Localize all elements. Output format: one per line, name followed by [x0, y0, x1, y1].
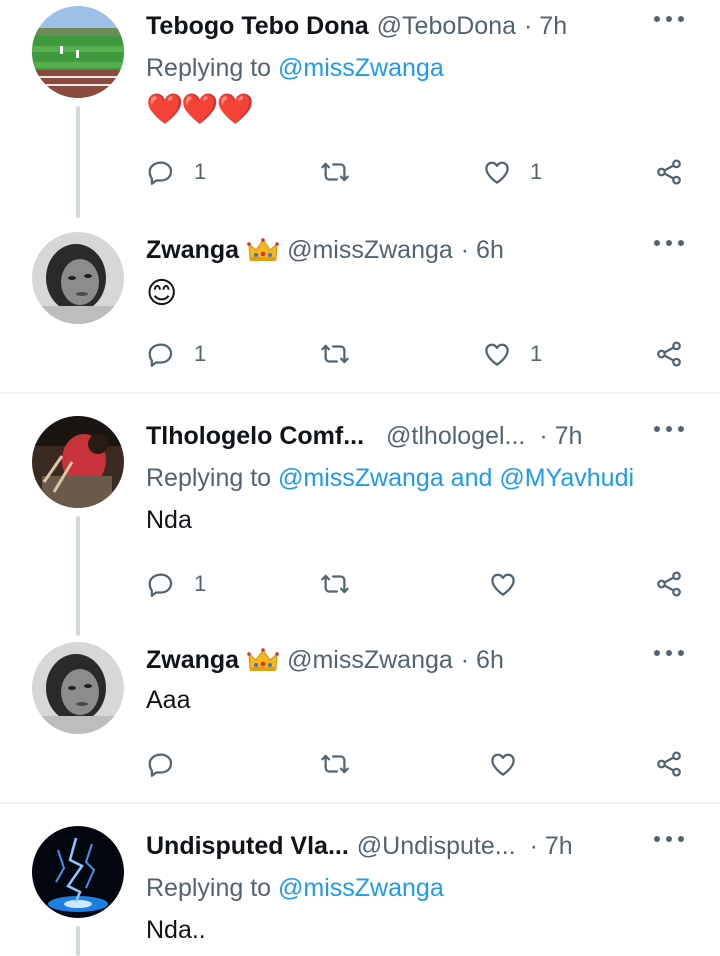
retweet-icon: [320, 339, 350, 369]
tweet[interactable]: Zwanga @missZwanga · 6h 😊 1 1: [0, 224, 720, 390]
tweet-text: 😊: [146, 277, 178, 310]
retweet-icon: [320, 749, 350, 779]
tweet[interactable]: Tebogo Tebo Dona @TeboDona · 7h Replying…: [0, 0, 720, 218]
heart-icon: [482, 339, 512, 369]
user-handle[interactable]: @missZwanga: [287, 236, 453, 265]
more-options-icon[interactable]: [654, 238, 686, 248]
more-options-icon[interactable]: [654, 648, 686, 658]
replying-to: Replying to @missZwanga and @MYavhudi: [146, 464, 635, 492]
user-handle[interactable]: @Undispute...: [357, 832, 516, 861]
crown-icon: [247, 647, 279, 673]
mention-link[interactable]: @missZwanga: [278, 54, 444, 82]
thread-line: [76, 106, 80, 218]
reply-button[interactable]: [146, 744, 194, 784]
share-button[interactable]: [654, 334, 684, 374]
share-button[interactable]: [654, 564, 684, 604]
reply-icon: [146, 569, 176, 599]
timestamp[interactable]: · 6h: [461, 236, 504, 265]
like-count: 1: [530, 341, 543, 366]
reply-button[interactable]: 1: [146, 334, 206, 374]
user-handle[interactable]: @TeboDona: [377, 12, 516, 41]
share-icon: [654, 157, 684, 187]
reply-button[interactable]: 1: [146, 564, 206, 604]
retweet-icon: [320, 569, 350, 599]
user-handle[interactable]: @missZwanga: [287, 646, 453, 675]
avatar[interactable]: [32, 416, 124, 508]
heart-icon: [482, 157, 512, 187]
avatar[interactable]: [32, 642, 124, 734]
tweet[interactable]: Zwanga @missZwanga · 6h Aaa: [0, 634, 720, 800]
retweet-button[interactable]: [320, 564, 368, 604]
tweet-text: Nda..: [146, 916, 206, 944]
avatar[interactable]: [32, 826, 124, 918]
share-button[interactable]: [654, 152, 684, 192]
tweet[interactable]: Tlhologelo Comf... @tlhologel... · 7h Re…: [0, 410, 720, 636]
crown-icon: [247, 237, 279, 263]
more-options-icon[interactable]: [654, 14, 686, 24]
thread-line: [76, 516, 80, 636]
timestamp[interactable]: · 7h: [539, 422, 582, 451]
display-name[interactable]: Zwanga: [146, 646, 239, 675]
like-button[interactable]: 1: [482, 334, 542, 374]
like-button[interactable]: [488, 564, 536, 604]
avatar[interactable]: [32, 6, 124, 98]
tweet-text: Aaa: [146, 686, 191, 714]
reply-icon: [146, 749, 176, 779]
user-handle[interactable]: @tlhologel...: [386, 422, 525, 451]
timestamp[interactable]: · 7h: [530, 832, 573, 861]
divider: [0, 392, 720, 394]
more-options-icon[interactable]: [654, 424, 686, 434]
like-button[interactable]: 1: [482, 152, 542, 192]
reply-icon: [146, 339, 176, 369]
timestamp[interactable]: · 7h: [524, 12, 567, 41]
mention-link[interactable]: @missZwanga: [278, 464, 444, 492]
like-count: 1: [530, 159, 543, 184]
timestamp[interactable]: · 6h: [461, 646, 504, 675]
display-name[interactable]: Tlhologelo Comf...: [146, 422, 364, 451]
share-icon: [654, 339, 684, 369]
retweet-icon: [320, 157, 350, 187]
share-icon: [654, 569, 684, 599]
tweet-text: ❤️❤️❤️: [146, 93, 254, 126]
display-name[interactable]: Tebogo Tebo Dona: [146, 12, 369, 41]
reply-button[interactable]: 1: [146, 152, 206, 192]
heart-icon: [488, 569, 518, 599]
replying-to: Replying to @missZwanga: [146, 54, 444, 82]
replying-to: Replying to @missZwanga: [146, 874, 444, 902]
avatar[interactable]: [32, 232, 124, 324]
tweet-text: Nda: [146, 506, 192, 534]
more-options-icon[interactable]: [654, 834, 686, 844]
reply-icon: [146, 157, 176, 187]
display-name[interactable]: Undisputed Vla...: [146, 832, 349, 861]
mention-link[interactable]: @MYavhudi: [499, 464, 634, 492]
share-button[interactable]: [654, 744, 684, 784]
reply-count: 1: [194, 341, 207, 366]
tweet[interactable]: Undisputed Vla... @Undispute... · 7h Rep…: [0, 820, 720, 956]
reply-count: 1: [194, 159, 207, 184]
retweet-button[interactable]: [320, 334, 368, 374]
like-button[interactable]: [488, 744, 536, 784]
share-icon: [654, 749, 684, 779]
retweet-button[interactable]: [320, 152, 368, 192]
thread-line: [76, 926, 80, 956]
heart-icon: [488, 749, 518, 779]
mention-link[interactable]: @missZwanga: [278, 874, 444, 902]
reply-count: 1: [194, 571, 207, 596]
divider: [0, 802, 720, 804]
display-name[interactable]: Zwanga: [146, 236, 239, 265]
retweet-button[interactable]: [320, 744, 368, 784]
